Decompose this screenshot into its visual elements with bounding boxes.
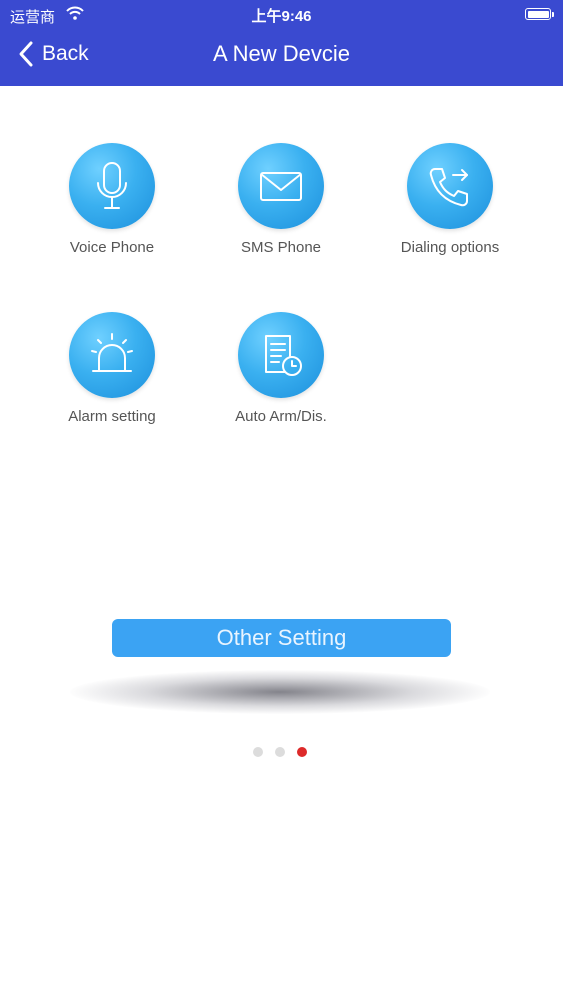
sms-phone-item[interactable]: SMS Phone: [206, 143, 356, 273]
dialing-options-item[interactable]: Dialing options: [375, 143, 525, 273]
phone-forward-icon: [429, 168, 468, 207]
page-dot-active[interactable]: [297, 747, 307, 757]
auto-arm-label: Auto Arm/Dis.: [235, 408, 327, 425]
alarm-setting-label: Alarm setting: [68, 408, 156, 425]
alarm-setting-item[interactable]: Alarm setting: [37, 312, 187, 442]
voice-phone-label: Voice Phone: [69, 239, 155, 256]
sms-phone-label: SMS Phone: [240, 239, 322, 256]
dialing-options-label: Dialing options: [400, 239, 500, 256]
siren-icon: [91, 333, 133, 372]
auto-arm-item[interactable]: Auto Arm/Dis.: [206, 312, 356, 442]
voice-phone-item[interactable]: Voice Phone: [37, 143, 187, 273]
header-bar: 运营商 上午9:46 Back A New Devcie: [0, 0, 563, 86]
status-bar: 运营商 上午9:46: [0, 0, 563, 30]
battery-icon: [525, 8, 554, 20]
page-title: A New Devcie: [213, 41, 350, 66]
microphone-icon: [97, 162, 127, 209]
page-dot[interactable]: [275, 747, 285, 757]
auto-arm-circle: [238, 312, 324, 398]
voice-phone-circle: [69, 143, 155, 229]
page-dot[interactable]: [253, 747, 263, 757]
dialing-options-circle: [407, 143, 493, 229]
page-indicator: [253, 747, 307, 757]
sms-phone-circle: [238, 143, 324, 229]
other-setting-button[interactable]: Other Setting: [112, 619, 451, 657]
status-time: 上午9:46: [251, 8, 312, 25]
schedule-doc-icon: [265, 335, 302, 376]
button-shadow: [70, 670, 490, 714]
alarm-setting-circle: [69, 312, 155, 398]
envelope-icon: [260, 172, 302, 201]
